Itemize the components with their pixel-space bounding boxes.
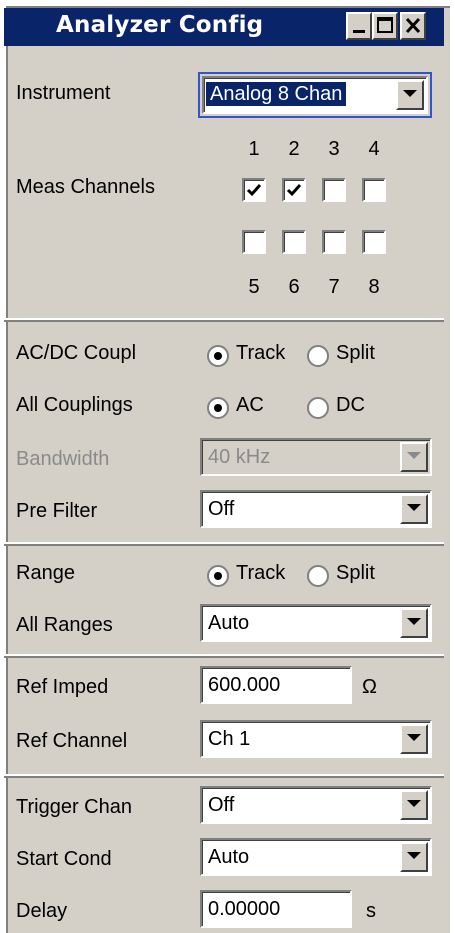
radio-unselected-icon[interactable] <box>306 396 330 420</box>
channel-number-5: 5 <box>248 276 260 298</box>
dropdown-arrow-icon <box>407 452 421 459</box>
delay-field[interactable]: 0.00000 <box>200 890 352 928</box>
delay-unit: s <box>366 900 376 922</box>
ref-imped-field[interactable]: 600.000 <box>200 666 352 704</box>
dropdown-arrow-icon <box>407 852 421 859</box>
maximize-button[interactable] <box>372 12 398 40</box>
instrument-section: Instrument Analog 8 Chan 1 2 3 4 Meas Ch… <box>4 46 444 320</box>
ref-imped-value: 600.000 <box>208 674 281 696</box>
channel-number-2: 2 <box>288 138 300 160</box>
channel-number-4: 4 <box>368 138 380 160</box>
radio-selected-icon[interactable] <box>206 344 230 368</box>
start-cond-label: Start Cond <box>16 848 112 870</box>
trigger-chan-dropdown[interactable]: Off <box>200 786 432 824</box>
minimize-button[interactable] <box>346 12 372 40</box>
coupling-section: AC/DC Coupl Track Split All Couplings AC… <box>4 320 444 544</box>
all-ranges-dropdown-button[interactable] <box>400 608 428 638</box>
pre-filter-dropdown[interactable]: Off <box>200 490 432 528</box>
all-ranges-value: Auto <box>208 612 250 634</box>
range-option-split[interactable]: Split <box>336 562 375 585</box>
close-button[interactable] <box>400 12 426 40</box>
pre-filter-dropdown-button[interactable] <box>400 494 428 524</box>
all-couplings-option-dc[interactable]: DC <box>336 394 365 417</box>
ref-imped-label: Ref Imped <box>16 676 109 698</box>
bandwidth-dropdown: 40 kHz <box>200 438 432 476</box>
channel-5-checkbox[interactable] <box>242 230 266 254</box>
channel-3-checkbox[interactable] <box>322 178 346 202</box>
radio-selected-icon[interactable] <box>206 564 230 588</box>
reference-section: Ref Imped 600.000 Ω Ref Channel Ch 1 <box>4 656 444 776</box>
channel-number-6: 6 <box>288 276 300 298</box>
channel-7-checkbox[interactable] <box>322 230 346 254</box>
dropdown-arrow-icon <box>407 800 421 807</box>
start-cond-dropdown[interactable]: Auto <box>200 838 432 876</box>
instrument-dropdown[interactable]: Analog 8 Chan <box>202 76 428 114</box>
channel-number-3: 3 <box>328 138 340 160</box>
ref-channel-dropdown[interactable]: Ch 1 <box>200 720 432 758</box>
channel-4-checkbox[interactable] <box>362 178 386 202</box>
radio-unselected-icon[interactable] <box>306 564 330 588</box>
range-section: Range Track Split All Ranges Auto <box>4 544 444 656</box>
checkmark-icon <box>246 184 262 197</box>
ref-channel-dropdown-button[interactable] <box>400 724 428 754</box>
start-cond-dropdown-button[interactable] <box>400 842 428 872</box>
ref-channel-value: Ch 1 <box>208 728 251 750</box>
pre-filter-value: Off <box>208 498 235 520</box>
acdc-coupl-option-track[interactable]: Track <box>236 342 285 365</box>
all-couplings-label: All Couplings <box>16 394 133 416</box>
start-cond-value: Auto <box>208 846 250 868</box>
channel-6-checkbox[interactable] <box>282 230 306 254</box>
trigger-section: Trigger Chan Off Start Cond Auto Delay 0… <box>4 776 444 933</box>
trigger-chan-label: Trigger Chan <box>16 796 132 818</box>
trigger-chan-dropdown-button[interactable] <box>400 790 428 820</box>
channel-number-7: 7 <box>328 276 340 298</box>
channel-8-checkbox[interactable] <box>362 230 386 254</box>
dropdown-arrow-icon <box>407 734 421 741</box>
range-option-track[interactable]: Track <box>236 562 285 585</box>
dropdown-arrow-icon <box>407 618 421 625</box>
instrument-dropdown-button[interactable] <box>396 80 424 110</box>
ref-imped-unit: Ω <box>362 676 377 698</box>
checkmark-icon <box>286 184 302 197</box>
ref-channel-label: Ref Channel <box>16 730 128 752</box>
pre-filter-label: Pre Filter <box>16 500 98 522</box>
maximize-icon <box>377 17 393 33</box>
instrument-value: Analog 8 Chan <box>206 82 347 106</box>
close-icon <box>405 17 421 34</box>
channel-number-8: 8 <box>368 276 380 298</box>
radio-unselected-icon[interactable] <box>306 344 330 368</box>
channel-2-checkbox[interactable] <box>282 178 306 202</box>
bandwidth-dropdown-button <box>400 442 428 472</box>
channel-number-1: 1 <box>248 138 260 160</box>
meas-channels-label: Meas Channels <box>16 176 155 198</box>
all-couplings-option-ac[interactable]: AC <box>236 394 264 417</box>
dropdown-arrow-icon <box>403 90 417 97</box>
bandwidth-label: Bandwidth <box>16 448 110 470</box>
all-ranges-label: All Ranges <box>16 614 113 636</box>
radio-selected-icon[interactable] <box>206 396 230 420</box>
trigger-chan-value: Off <box>208 794 235 816</box>
channel-1-checkbox[interactable] <box>242 178 266 202</box>
dropdown-arrow-icon <box>407 504 421 511</box>
bandwidth-value: 40 kHz <box>208 446 271 468</box>
minimize-icon <box>353 30 365 33</box>
all-ranges-dropdown[interactable]: Auto <box>200 604 432 642</box>
delay-label: Delay <box>16 900 68 922</box>
acdc-coupl-option-split[interactable]: Split <box>336 342 375 365</box>
title-bar[interactable]: Analyzer Config <box>4 8 444 46</box>
range-label: Range <box>16 562 75 584</box>
delay-value: 0.00000 <box>208 898 281 920</box>
acdc-coupl-label: AC/DC Coupl <box>16 342 137 364</box>
window-title: Analyzer Config <box>56 12 264 38</box>
instrument-label: Instrument <box>16 82 111 104</box>
